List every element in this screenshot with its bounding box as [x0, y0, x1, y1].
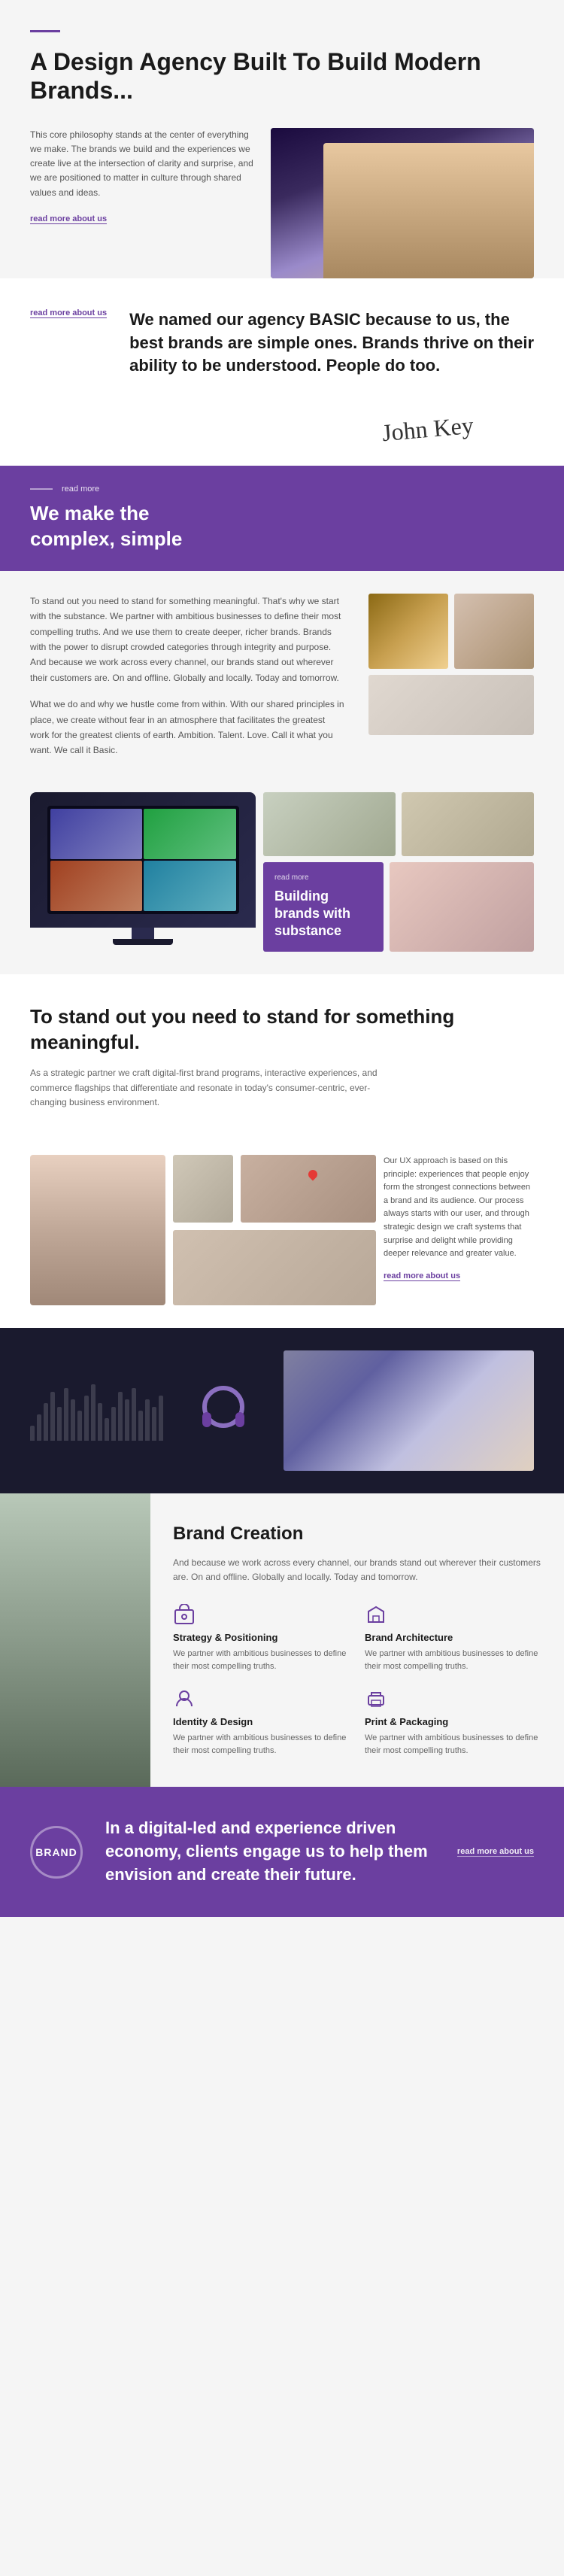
identity-text: We partner with ambitious businesses to … [173, 1732, 350, 1757]
portfolio-side-image [390, 862, 534, 952]
brand-logo: BRAND [30, 1826, 83, 1879]
coffee-image [368, 594, 448, 669]
standout-section: To stand out you need to stand for somet… [0, 974, 564, 1140]
monitor-base [113, 939, 173, 945]
hero-accent [30, 30, 60, 32]
quote-read-more-link[interactable]: read more about us [30, 308, 107, 318]
architecture-icon [365, 1603, 387, 1626]
footer-read-more-link[interactable]: read more about us [457, 1847, 534, 1857]
image-row-body: Our UX approach is based on this princip… [384, 1155, 534, 1261]
map-pin-icon [307, 1168, 320, 1181]
brand-creation-section: Brand Creation And because we work acros… [0, 1493, 564, 1787]
monitor-cell-2 [144, 809, 236, 859]
print-text: We partner with ambitious businesses to … [365, 1732, 541, 1757]
portfolio-card-read-more[interactable]: read more [274, 873, 372, 882]
portfolio-card: read more Building brands with substance [263, 862, 384, 952]
monitor-cell-3 [50, 861, 143, 911]
brand-creation-intro: And because we work across every channel… [173, 1556, 541, 1584]
footer-banner: BRAND In a digital-led and experience dr… [0, 1787, 564, 1916]
monitor-cell-1 [50, 809, 143, 859]
strategy-icon [173, 1603, 196, 1626]
monitor-stand [132, 928, 154, 939]
identity-title: Identity & Design [173, 1716, 350, 1727]
hero-section: A Design Agency Built To Build Modern Br… [0, 0, 564, 278]
map-image [241, 1155, 376, 1223]
service-print: Print & Packaging We partner with ambiti… [365, 1687, 541, 1757]
skateboard-image [173, 1230, 376, 1305]
footer-text: In a digital-led and experience driven e… [105, 1817, 435, 1886]
monitor-cell-4 [144, 861, 236, 911]
glasses-image [173, 1155, 233, 1223]
headphones-icon [178, 1365, 268, 1456]
portfolio-img-2 [402, 792, 534, 856]
dark-section-city-image [284, 1350, 534, 1471]
service-identity: Identity & Design We partner with ambiti… [173, 1687, 350, 1757]
image-row-section: Our UX approach is based on this princip… [0, 1140, 564, 1328]
signature-section: John Key [0, 408, 564, 466]
purple-banner-read-more[interactable]: read more [62, 485, 99, 494]
portfolio-img-1 [263, 792, 396, 856]
image-row-read-more[interactable]: read more about us [384, 1271, 460, 1281]
identity-icon [173, 1687, 196, 1710]
portfolio-section: read more Building brands with substance [0, 792, 564, 974]
middle-section: To stand out you need to stand for somet… [0, 571, 564, 792]
quote-text: We named our agency BASIC because to us,… [129, 308, 534, 378]
monitor-image [30, 792, 256, 928]
purple-banner: read more We make thecomplex, simple [0, 466, 564, 571]
signature: John Key [381, 412, 475, 447]
brand-logo-text: BRAND [35, 1846, 77, 1858]
print-title: Print & Packaging [365, 1716, 541, 1727]
wide-image [368, 675, 534, 735]
hero-title: A Design Agency Built To Build Modern Br… [30, 47, 534, 105]
service-architecture: Brand Architecture We partner with ambit… [365, 1603, 541, 1672]
print-icon [365, 1687, 387, 1710]
hero-text: This core philosophy stands at the cente… [30, 128, 256, 200]
hero-read-more-link[interactable]: read more about us [30, 214, 107, 224]
strategy-title: Strategy & Positioning [173, 1632, 350, 1643]
hands-image [454, 594, 534, 669]
architecture-title: Brand Architecture [365, 1632, 541, 1643]
music-bars-visual [30, 1381, 163, 1441]
strategy-text: We partner with ambitious businesses to … [173, 1648, 350, 1672]
person-left-image [30, 1155, 165, 1305]
architecture-text: We partner with ambitious businesses to … [365, 1648, 541, 1672]
standout-text: As a strategic partner we craft digital-… [30, 1066, 406, 1110]
hero-image [271, 128, 534, 278]
quote-section: read more about us We named our agency B… [0, 278, 564, 408]
brand-creation-title: Brand Creation [173, 1523, 541, 1545]
purple-banner-accent [30, 488, 53, 490]
music-section [0, 1328, 564, 1493]
middle-paragraph-2: What we do and why we hustle come from w… [30, 697, 346, 758]
brand-left-image [0, 1493, 150, 1787]
middle-paragraph-1: To stand out you need to stand for somet… [30, 594, 346, 685]
portfolio-card-title: Building brands with substance [274, 888, 372, 940]
standout-title: To stand out you need to stand for somet… [30, 1004, 534, 1056]
service-strategy: Strategy & Positioning We partner with a… [173, 1603, 350, 1672]
purple-banner-title: We make thecomplex, simple [30, 501, 534, 552]
